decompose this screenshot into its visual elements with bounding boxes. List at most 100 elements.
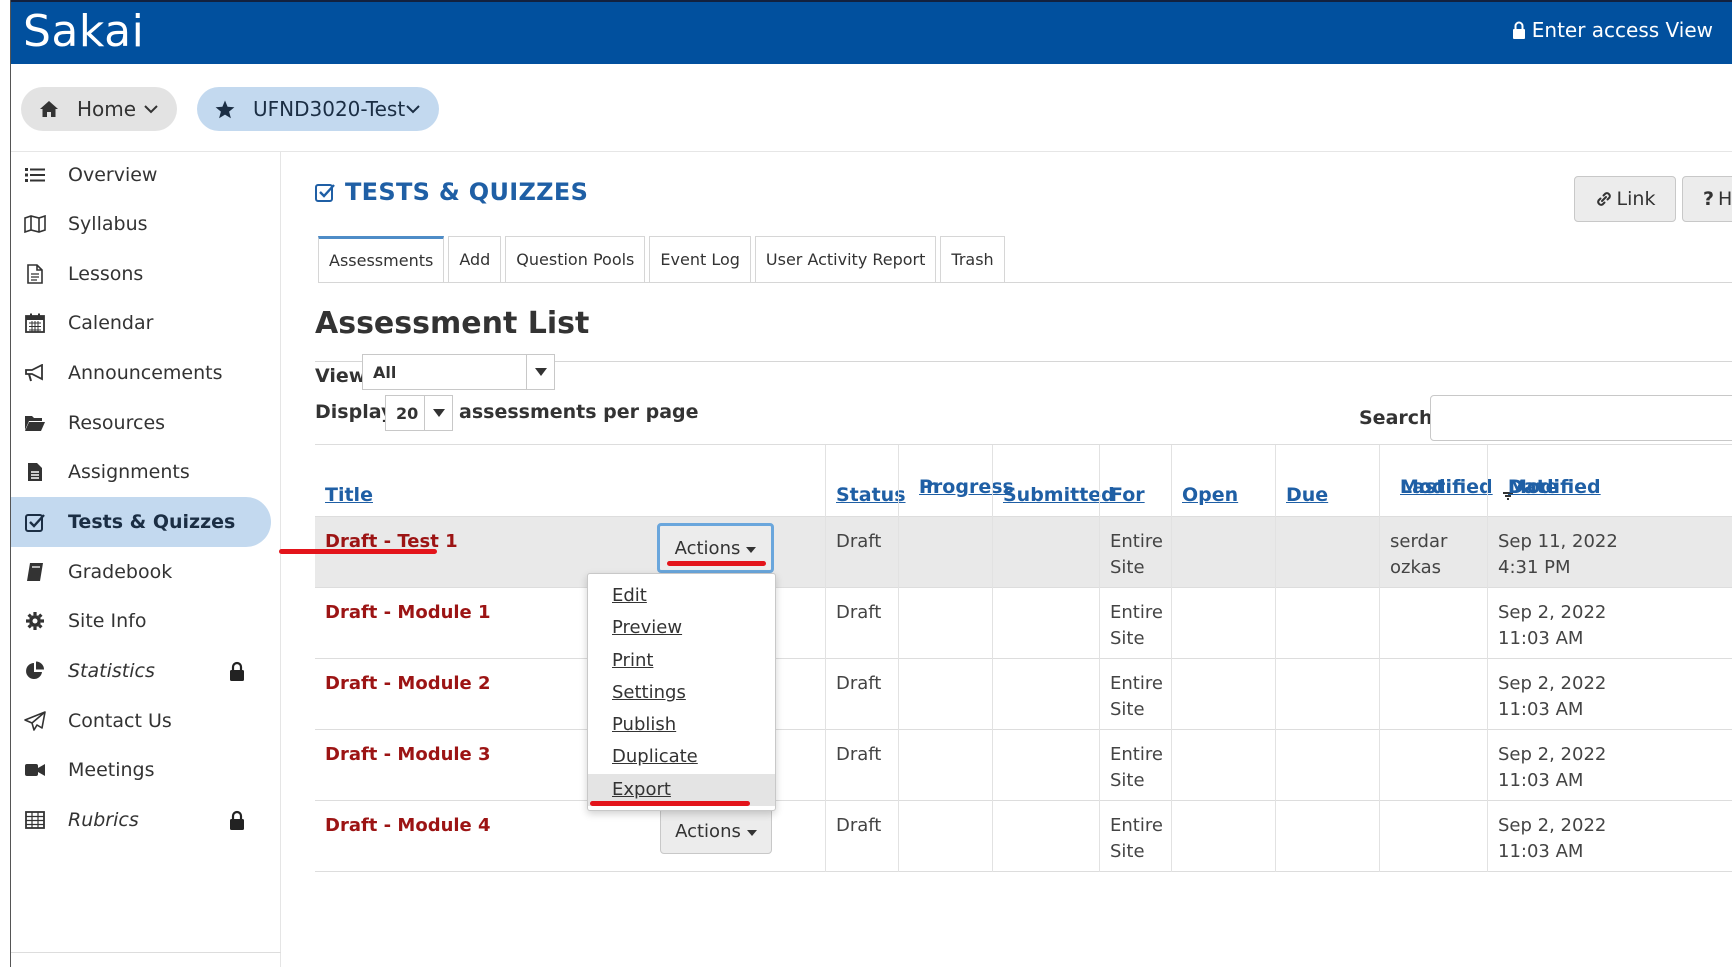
tool-meetings[interactable]: Meetings: [11, 745, 271, 795]
chevron-down-icon: [406, 105, 420, 114]
caret-down-icon: [746, 546, 757, 553]
file-text-icon: [23, 460, 47, 484]
tool-label: Rubrics: [68, 809, 139, 831]
menu-item-duplicate[interactable]: Duplicate: [588, 741, 775, 773]
actions-button[interactable]: Actions: [660, 808, 772, 854]
tool-label: Assignments: [68, 461, 190, 483]
col-status[interactable]: Status: [825, 445, 906, 517]
tool-lessons[interactable]: Lessons: [11, 249, 271, 299]
open-cell: [1171, 730, 1275, 801]
tab-user-activity-report[interactable]: User Activity Report: [754, 236, 937, 282]
tool-resources[interactable]: Resources: [11, 398, 271, 448]
tool-contact-us[interactable]: Contact Us: [11, 696, 271, 746]
tool-assignments[interactable]: Assignments: [11, 447, 271, 497]
due-cell: [1275, 801, 1379, 872]
display-select[interactable]: 20: [385, 395, 453, 431]
tool-label: Overview: [68, 164, 158, 186]
tool-label: Calendar: [68, 312, 154, 334]
book-icon: [23, 560, 47, 584]
tool-label: Tests & Quizzes: [68, 511, 236, 533]
col-last-modified[interactable]: Last Modified: [1379, 445, 1493, 517]
for-cell: Entire Site: [1099, 659, 1171, 730]
tool-rubrics[interactable]: Rubrics: [11, 795, 271, 845]
video-camera-icon: [23, 758, 47, 782]
tool-calendar[interactable]: Calendar: [11, 298, 271, 348]
submitted-cell: [992, 659, 1099, 730]
view-select-value: All: [373, 362, 397, 382]
enter-access-view-link[interactable]: Enter access View: [1512, 18, 1713, 42]
annotation-underline: [667, 561, 766, 566]
tab-add[interactable]: Add: [448, 236, 502, 282]
tab-trash[interactable]: Trash: [940, 236, 1005, 282]
menu-item-edit[interactable]: Edit: [588, 580, 775, 612]
page-title: Assessment List: [315, 306, 590, 341]
due-cell: [1275, 730, 1379, 801]
actions-button-label: Actions: [675, 820, 741, 842]
tab-question-pools[interactable]: Question Pools: [505, 236, 646, 282]
help-button-label: He: [1718, 188, 1732, 210]
check-square-icon: [315, 184, 335, 202]
col-title[interactable]: Title: [315, 445, 825, 517]
caret-down-icon: [424, 396, 452, 430]
tool-label: Syllabus: [68, 213, 148, 235]
bullhorn-icon: [23, 361, 47, 385]
question-icon: ?: [1703, 188, 1715, 210]
tool-gradebook[interactable]: Gradebook: [11, 547, 271, 597]
due-cell: [1275, 659, 1379, 730]
per-page-label: assessments per page: [459, 401, 699, 423]
caret-down-icon: [526, 355, 554, 389]
open-cell: [1171, 517, 1275, 588]
annotation-underline: [279, 549, 437, 554]
menu-item-preview[interactable]: Preview: [588, 612, 775, 644]
tab-assessments[interactable]: Assessments: [318, 236, 445, 282]
menu-item-publish[interactable]: Publish: [588, 709, 775, 741]
col-in-progress[interactable]: In Progress: [898, 445, 1014, 517]
submitted-cell: [992, 730, 1099, 801]
tab-event-log[interactable]: Event Log: [649, 236, 751, 282]
status-cell: Draft: [825, 588, 898, 659]
last-modified-cell: [1379, 588, 1487, 659]
lock-icon: [230, 810, 244, 830]
annotation-underline: [590, 801, 750, 806]
menu-item-print[interactable]: Print: [588, 645, 775, 677]
document-icon: [23, 262, 47, 286]
modified-date-cell: Sep 2, 2022 11:03 AM: [1487, 659, 1732, 730]
link-button-label: Link: [1616, 188, 1656, 210]
tool-syllabus[interactable]: Syllabus: [11, 199, 271, 249]
tool-overview[interactable]: Overview: [11, 150, 271, 200]
menu-item-settings[interactable]: Settings: [588, 677, 775, 709]
display-select-value: 20: [396, 403, 419, 423]
col-submitted[interactable]: Submitted: [992, 445, 1115, 517]
help-button[interactable]: ? He: [1682, 176, 1732, 222]
col-modified-date[interactable]: Modified Date: [1487, 445, 1732, 517]
tool-label: Announcements: [68, 362, 223, 384]
link-icon: [1596, 192, 1611, 206]
home-site-button[interactable]: Home: [21, 87, 177, 131]
tool-tests-quizzes[interactable]: Tests & Quizzes: [11, 497, 271, 547]
link-button[interactable]: Link: [1574, 176, 1676, 222]
last-modified-cell: [1379, 801, 1487, 872]
open-cell: [1171, 588, 1275, 659]
actions-menu: Edit Preview Print Settings Publish Dupl…: [587, 573, 776, 811]
col-open[interactable]: Open: [1171, 445, 1275, 517]
display-label: Display: [315, 401, 394, 423]
current-site-button[interactable]: UFND3020-Test: [197, 87, 439, 131]
assessment-table: Title Status In Progress Submitted For Op…: [315, 444, 1732, 967]
search-input[interactable]: [1430, 395, 1732, 441]
sakai-logo[interactable]: Sakai: [23, 6, 144, 57]
last-modified-cell: serdar ozkas: [1379, 517, 1487, 588]
tool-site-info[interactable]: Site Info: [11, 596, 271, 646]
status-cell: Draft: [825, 517, 898, 588]
modified-date-cell: Sep 2, 2022 11:03 AM: [1487, 730, 1732, 801]
paper-plane-icon: [23, 709, 47, 733]
col-for[interactable]: For: [1099, 445, 1171, 517]
search-label: Search:: [1359, 407, 1441, 429]
open-cell: [1171, 801, 1275, 872]
home-icon: [39, 99, 61, 119]
view-select[interactable]: All: [362, 354, 555, 390]
tool-statistics[interactable]: Statistics: [11, 646, 271, 696]
browser-frame: Sakai Enter access View Home UFND3020-Te…: [10, 0, 1732, 967]
open-cell: [1171, 659, 1275, 730]
tool-announcements[interactable]: Announcements: [11, 348, 271, 398]
col-due[interactable]: Due: [1275, 445, 1379, 517]
